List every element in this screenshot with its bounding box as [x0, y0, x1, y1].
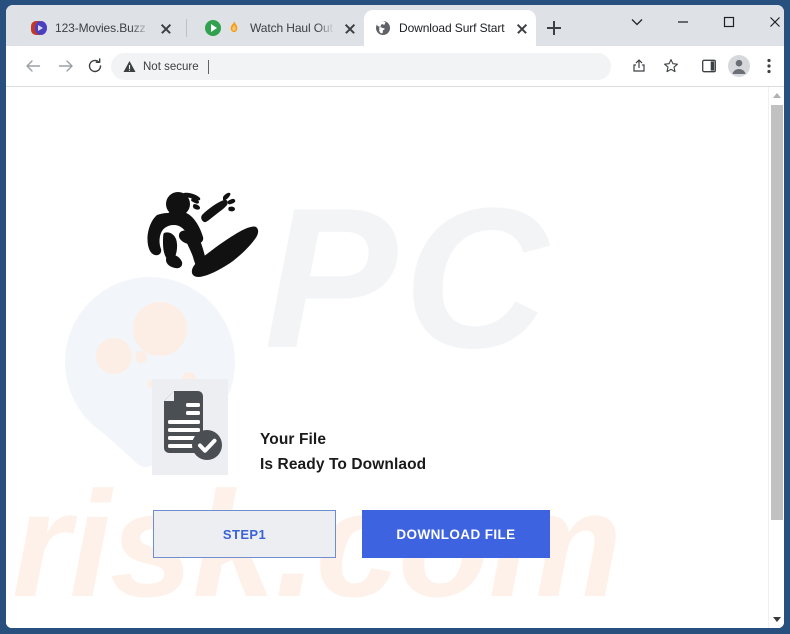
document-with-checkmark-icon — [152, 379, 228, 475]
pc-watermark-text: PC — [264, 167, 554, 390]
globe-icon — [375, 20, 391, 36]
tab-strip: 123-Movies.Buzz & 1 Watch Haul Out t — [6, 5, 784, 46]
step1-button[interactable]: STEP1 — [153, 510, 336, 558]
tab-watch-haul-out[interactable]: Watch Haul Out t — [194, 10, 364, 46]
back-button[interactable] — [18, 51, 48, 81]
browser-window-inner: 123-Movies.Buzz & 1 Watch Haul Out t — [6, 5, 784, 628]
minimize-button[interactable] — [660, 5, 706, 39]
address-bar[interactable]: Not secure — [111, 53, 611, 80]
tab-close-icon[interactable] — [340, 18, 360, 38]
headline-line-1: Your File — [260, 431, 327, 448]
tab-download-surf-start[interactable]: Download Surf Start — [364, 10, 536, 46]
tab-search-button[interactable] — [614, 5, 660, 39]
surfer-silhouette-logo — [144, 179, 262, 281]
forward-button[interactable] — [51, 51, 81, 81]
bookmark-star-icon[interactable] — [658, 53, 684, 79]
not-secure-warning-icon — [123, 60, 136, 73]
scrollbar-thumb[interactable] — [771, 105, 783, 520]
browser-toolbar: Not secure — [6, 46, 784, 87]
side-panel-icon[interactable] — [696, 53, 722, 79]
tab-close-icon[interactable] — [512, 18, 532, 38]
scrollbar-up-arrow-icon[interactable] — [769, 87, 784, 104]
close-window-button[interactable] — [752, 5, 784, 39]
tab-title: Watch Haul Out t — [250, 21, 336, 35]
tab-123-movies[interactable]: 123-Movies.Buzz & 1 — [20, 10, 180, 46]
reload-button[interactable] — [80, 51, 110, 81]
security-status-text: Not secure — [143, 60, 199, 73]
page-content: PC risk.com — [6, 87, 768, 628]
scrollbar-down-arrow-icon[interactable] — [769, 611, 784, 628]
tab-title: Download Surf Start — [399, 21, 505, 35]
tab-close-icon[interactable] — [156, 18, 176, 38]
chrome-menu-icon[interactable] — [756, 53, 782, 79]
share-icon[interactable] — [626, 53, 652, 79]
address-bar-caret — [207, 59, 209, 74]
new-tab-button[interactable] — [540, 14, 568, 42]
page-viewport: PC risk.com — [6, 87, 784, 628]
download-file-button[interactable]: DOWNLOAD FILE — [362, 510, 550, 558]
page-headline: Your File Is Ready To Downlaod — [260, 427, 426, 477]
tab-title: 123-Movies.Buzz & 1 — [55, 21, 152, 35]
browser-window: 123-Movies.Buzz & 1 Watch Haul Out t — [0, 0, 790, 634]
movies-play-icon — [31, 20, 47, 36]
profile-avatar[interactable] — [726, 53, 752, 79]
maximize-button[interactable] — [706, 5, 752, 39]
flame-icon — [226, 20, 242, 36]
headline-line-2: Is Ready To Downlaod — [260, 456, 427, 473]
vertical-scrollbar[interactable] — [768, 87, 784, 628]
audio-playing-icon[interactable] — [205, 20, 221, 36]
tab-separator — [186, 19, 187, 37]
